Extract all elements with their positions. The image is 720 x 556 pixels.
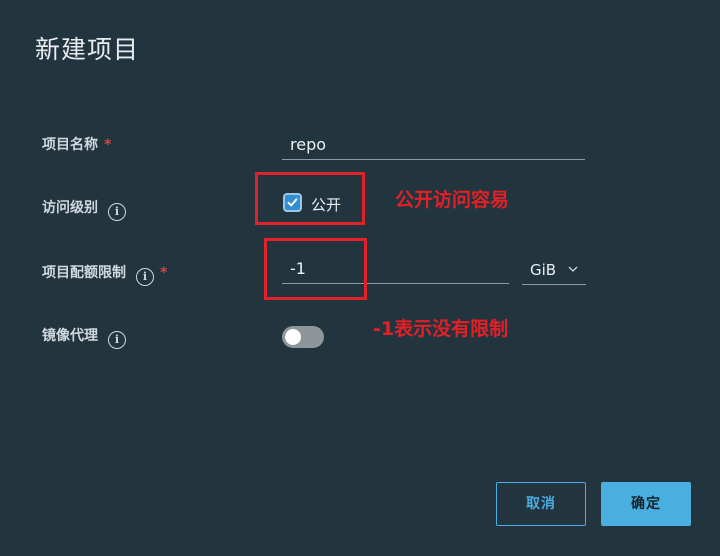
required-mark: * [160, 265, 168, 281]
confirm-button[interactable]: 确定 [601, 482, 691, 526]
proxy-cache-label: 镜像代理 i [42, 325, 126, 349]
project-name-input[interactable]: repo [282, 126, 585, 160]
required-mark: * [104, 137, 112, 153]
cancel-button[interactable]: 取消 [496, 482, 586, 526]
dialog-title: 新建项目 [35, 35, 140, 64]
project-name-label: 项目名称 * [42, 137, 112, 153]
public-annotation-box [255, 172, 365, 225]
public-annotation-text: 公开访问容易 [395, 189, 510, 211]
info-icon[interactable]: i [108, 203, 126, 221]
quota-label: 项目配额限制 i * [42, 262, 167, 286]
info-icon[interactable]: i [108, 331, 126, 349]
chevron-down-icon [568, 266, 578, 272]
toggle-knob [285, 329, 301, 345]
info-icon[interactable]: i [136, 268, 154, 286]
new-project-dialog: 新建项目 项目名称 * repo 访问级别 i 公开 项目配额限制 i * -1 GiB… [0, 0, 720, 556]
quota-annotation-box [264, 238, 367, 300]
quota-annotation-text: -1表示没有限制 [373, 318, 509, 340]
proxy-cache-toggle[interactable] [282, 326, 324, 348]
quota-unit-select[interactable]: GiB [522, 256, 586, 285]
access-level-label: 访问级别 i [42, 197, 126, 221]
